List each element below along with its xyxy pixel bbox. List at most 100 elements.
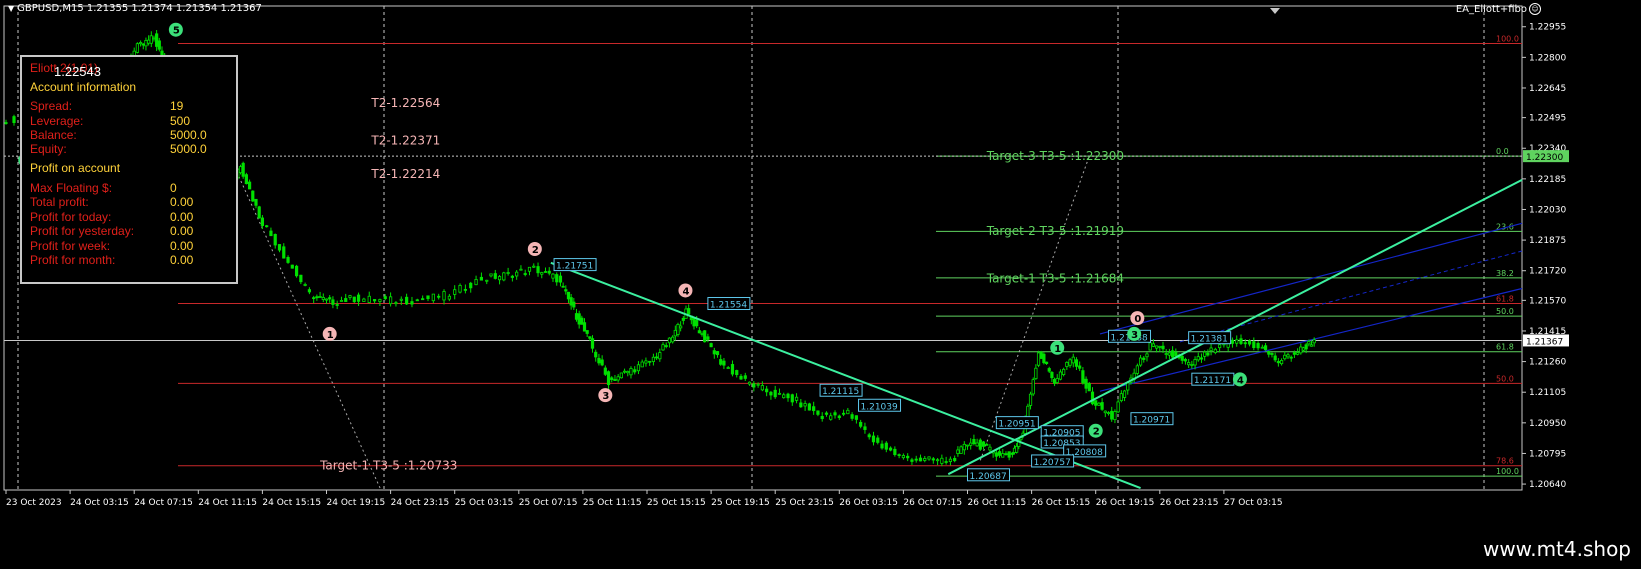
candle-body-199 xyxy=(752,383,756,388)
candle-body-137 xyxy=(555,274,559,283)
candle-body-286 xyxy=(1068,359,1072,366)
candle-body-276 xyxy=(1039,351,1043,359)
candle-body-185 xyxy=(700,333,704,335)
candle-body-194 xyxy=(730,364,735,375)
candle-body-160 xyxy=(622,370,627,373)
candle-body-316 xyxy=(1164,353,1168,355)
candle-body-314 xyxy=(1158,345,1162,348)
y-tick-label-5: 1.22185 xyxy=(1529,175,1566,185)
candle-body-133 xyxy=(540,272,544,275)
candle-body-326 xyxy=(1196,356,1200,361)
symbol-header: ▼ GBPUSD,M15 1.21355 1.21374 1.21354 1.21… xyxy=(8,3,262,14)
x-tick-label-13: 26 Oct 03:15 xyxy=(839,498,898,508)
candle-body-329 xyxy=(1206,352,1210,356)
candle-body-153 xyxy=(600,359,604,366)
candle-body-81 xyxy=(299,274,303,283)
candle-body-295 xyxy=(1097,402,1101,406)
candle-body-290 xyxy=(1081,370,1085,384)
x-tick-label-0: 23 Oct 2023 xyxy=(6,498,62,508)
candle-body-220 xyxy=(841,412,846,415)
candle-body-224 xyxy=(859,421,863,427)
candle-body-253 xyxy=(975,442,979,447)
candle-body-91 xyxy=(335,304,339,306)
candle-body-182 xyxy=(692,317,696,327)
x-tick-label-6: 24 Oct 23:15 xyxy=(391,498,450,508)
y-tick-label-9: 1.21570 xyxy=(1529,296,1566,306)
total-profit-value: 0.00 xyxy=(170,195,194,209)
price-chart[interactable]: 100.00.023.638.261.850.061.850.078.6100.… xyxy=(0,0,1641,532)
candle-body-299 xyxy=(1110,410,1114,420)
candle-body-33 xyxy=(147,39,151,44)
candle-body-118 xyxy=(474,279,478,286)
candle-body-321 xyxy=(1180,355,1184,361)
leverage-label: Leverage: xyxy=(30,114,84,128)
candle-body-274 xyxy=(1034,367,1038,380)
price-label-6: 1.20687 xyxy=(970,472,1007,482)
candle-body-294 xyxy=(1094,400,1098,406)
smiley-icon: ☺ xyxy=(1529,3,1541,15)
candle-body-67 xyxy=(244,174,248,185)
candle-body-285 xyxy=(1065,362,1069,367)
candle-body-1 xyxy=(12,116,16,123)
target-annotation-1: T2-1.22371 xyxy=(370,133,440,147)
candle-body-183 xyxy=(695,320,699,327)
candle-body-109 xyxy=(426,295,430,300)
x-tick-label-16: 26 Oct 15:15 xyxy=(1032,498,1091,508)
candle-body-151 xyxy=(594,351,598,358)
candle-body-338 xyxy=(1243,342,1247,345)
target-price-axis-label: 1.22300 xyxy=(1526,153,1563,163)
x-tick-label-7: 25 Oct 03:15 xyxy=(455,498,514,508)
candle-body-291 xyxy=(1084,378,1088,389)
dropdown-triangle-icon[interactable]: ▼ xyxy=(8,4,14,13)
candle-body-187 xyxy=(706,336,710,340)
candle-body-86 xyxy=(318,296,322,298)
candle-body-90 xyxy=(331,299,335,305)
candle-body-71 xyxy=(257,206,261,219)
wave-marker-label-0: 5 xyxy=(173,26,180,37)
candle-body-128 xyxy=(519,268,523,271)
candle-body-315 xyxy=(1161,345,1165,350)
candle-body-309 xyxy=(1142,357,1146,360)
candle-body-72 xyxy=(260,217,265,226)
candle-body-170 xyxy=(658,352,662,360)
fib-level-label-0: 100.0 xyxy=(1496,35,1519,44)
candle-body-282 xyxy=(1055,378,1059,383)
max-floating-value: 0 xyxy=(170,181,177,195)
candle-body-237 xyxy=(914,458,918,461)
candle-body-212 xyxy=(807,403,811,411)
equity-label: Equity: xyxy=(30,142,67,156)
candle-body-339 xyxy=(1247,340,1252,345)
balance-value: 5000.0 xyxy=(170,128,207,142)
x-tick-label-12: 25 Oct 23:15 xyxy=(775,498,834,508)
fib-level-label-4: 61.8 xyxy=(1496,295,1514,304)
candle-body-209 xyxy=(794,396,799,401)
candle-body-272 xyxy=(1028,393,1033,406)
candle-body-130 xyxy=(527,266,532,272)
target-annotation-0: T2-1.22564 xyxy=(370,96,440,110)
candle-body-111 xyxy=(437,295,441,298)
wave-marker-label-4: 3 xyxy=(602,391,609,402)
candle-body-235 xyxy=(906,455,910,459)
candle-body-103 xyxy=(394,302,398,305)
candle-body-202 xyxy=(765,388,769,393)
candle-body-331 xyxy=(1213,348,1217,353)
candle-body-74 xyxy=(269,230,273,237)
price-label-1: 1.21751 xyxy=(556,262,593,272)
chart-area[interactable]: 100.0 0.0 23.6 38.2 61.8 50.0 61.8 50.0 78.6 100.… xyxy=(0,0,1641,532)
candle-body-344 xyxy=(1267,351,1271,355)
wave-marker-label-2: 1 xyxy=(327,330,334,341)
candle-body-203 xyxy=(769,391,773,396)
fib-level-label-7: 50.0 xyxy=(1496,374,1514,383)
total-profit-label: Total profit: xyxy=(30,195,89,209)
candle-body-303 xyxy=(1122,390,1127,398)
candle-body-225 xyxy=(863,426,867,430)
candle-body-152 xyxy=(597,357,601,364)
candle-body-164 xyxy=(636,364,641,372)
candle-body-241 xyxy=(931,458,935,461)
candle-body-297 xyxy=(1103,410,1107,414)
candle-body-359 xyxy=(1312,339,1316,344)
candle-body-93 xyxy=(344,298,348,302)
candle-body-208 xyxy=(790,394,794,403)
candle-body-284 xyxy=(1062,368,1066,375)
y-tick-label-13: 1.20950 xyxy=(1529,419,1566,429)
